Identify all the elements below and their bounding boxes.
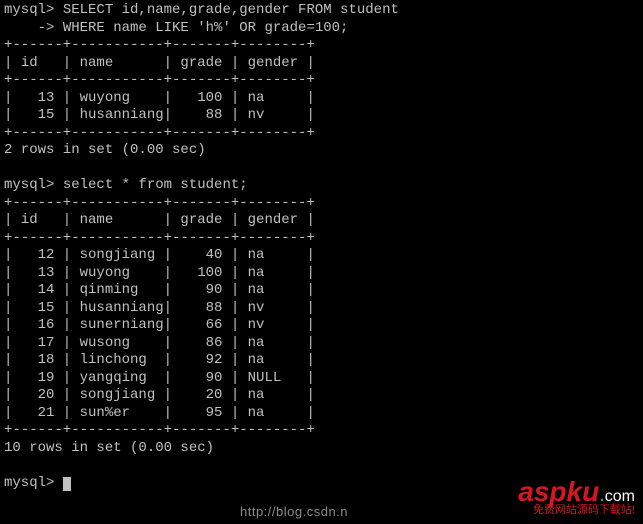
watermark: aspku.com 免费网站源码下载站! <box>518 478 635 518</box>
terminal-output: mysql> SELECT id,name,grade,gender FROM … <box>0 0 643 494</box>
table-row: | 13 | wuyong | 100 | na | <box>4 265 315 281</box>
table-row: | 17 | wusong | 86 | na | <box>4 335 315 351</box>
table-border: +------+-----------+-------+--------+ <box>4 195 315 211</box>
result-summary: 2 rows in set (0.00 sec) <box>4 142 206 158</box>
table-row: | 12 | songjiang | 40 | na | <box>4 247 315 263</box>
mysql-prompt: mysql> <box>4 475 63 491</box>
table-row: | 16 | sunerniang| 66 | nv | <box>4 317 315 333</box>
table-row: | 15 | husanniang| 88 | nv | <box>4 300 315 316</box>
table-row: | 15 | husanniang| 88 | nv | <box>4 107 315 123</box>
table-row: | 21 | sun%er | 95 | na | <box>4 405 315 421</box>
watermark-tagline: 免费网站源码下载站! <box>518 504 635 518</box>
result-summary: 10 rows in set (0.00 sec) <box>4 440 214 456</box>
table-row: | 13 | wuyong | 100 | na | <box>4 90 315 106</box>
table-border: +------+-----------+-------+--------+ <box>4 422 315 438</box>
mysql-prompt: mysql> <box>4 2 63 18</box>
table-row: | 19 | yangqing | 90 | NULL | <box>4 370 315 386</box>
table-row: | 20 | songjiang | 20 | na | <box>4 387 315 403</box>
table-border: +------+-----------+-------+--------+ <box>4 72 315 88</box>
watermark-brand: aspku <box>518 476 599 507</box>
footer-url-fragment: http://blog.csdn.n <box>240 504 348 520</box>
query-line: select * from student; <box>63 177 248 193</box>
query-line: WHERE name LIKE 'h%' OR grade=100; <box>63 20 349 36</box>
table-border: +------+-----------+-------+--------+ <box>4 230 315 246</box>
table-row: | 14 | qinming | 90 | na | <box>4 282 315 298</box>
table-row: | 18 | linchong | 92 | na | <box>4 352 315 368</box>
query-line: SELECT id,name,grade,gender FROM student <box>63 2 399 18</box>
mysql-prompt: mysql> <box>4 177 63 193</box>
table-border: +------+-----------+-------+--------+ <box>4 37 315 53</box>
table-header: | id | name | grade | gender | <box>4 212 315 228</box>
cursor[interactable] <box>63 477 71 491</box>
continuation-prompt: -> <box>4 20 63 36</box>
table-border: +------+-----------+-------+--------+ <box>4 125 315 141</box>
table-header: | id | name | grade | gender | <box>4 55 315 71</box>
watermark-com: com <box>605 488 635 505</box>
